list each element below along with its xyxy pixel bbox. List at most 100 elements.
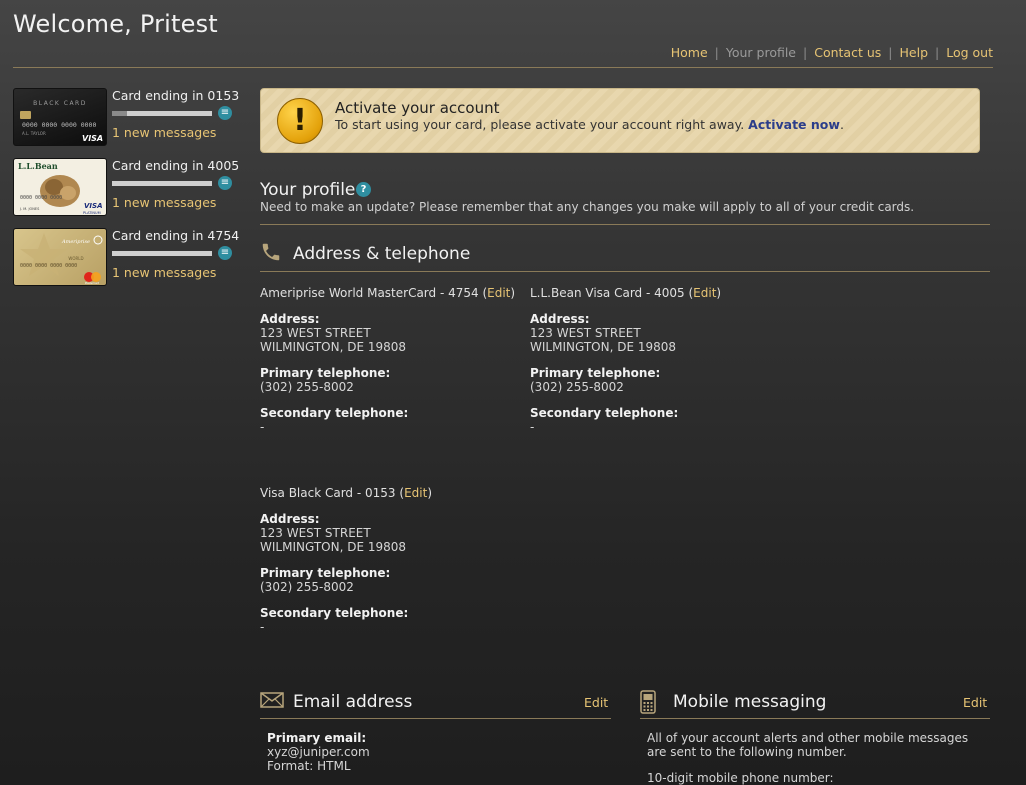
secondary-telephone-value: -	[260, 620, 265, 634]
telephone-icon	[260, 241, 282, 263]
card-messages-link[interactable]: 1 new messages	[112, 125, 216, 140]
card-balance-bar-fill	[112, 111, 127, 116]
page-title: Your profile	[260, 180, 356, 200]
secondary-telephone-label: Secondary telephone:	[260, 406, 409, 420]
card-contact-block-4754: Ameriprise World MasterCard - 4754 (Edit…	[260, 286, 520, 434]
card-contact-block-4005: L.L.Bean Visa Card - 4005 (Edit) Address…	[530, 286, 790, 434]
address-label: Address:	[260, 312, 320, 326]
mobile-messaging-heading: Mobile messaging	[673, 692, 827, 712]
card-name: Visa Black Card - 0153	[260, 486, 396, 500]
address-line: 123 WEST STREET	[260, 526, 371, 540]
mobile-edit-link[interactable]: Edit	[963, 695, 987, 710]
sidebar-card-4754[interactable]: Ameriprise WORLD 0000 0000 0000 0000 Mas…	[13, 228, 239, 286]
card-title: Card ending in 4754	[112, 228, 240, 243]
section-divider	[260, 224, 990, 225]
svg-text:VISA: VISA	[84, 202, 102, 210]
section-divider	[260, 271, 990, 272]
nav-contact-us[interactable]: Contact us	[814, 45, 881, 60]
visa-black-card-image[interactable]: BLACK CARD 0000 0000 0000 0000 A.L. TAYL…	[13, 88, 107, 146]
ameriprise-mastercard-image[interactable]: Ameriprise WORLD 0000 0000 0000 0000 Mas…	[13, 228, 107, 286]
sidebar-card-4005[interactable]: L.L.Bean 0000 0000 0000 J. M. JONES VISA…	[13, 158, 239, 216]
card-name: Ameriprise World MasterCard - 4754	[260, 286, 479, 300]
email-format: Format: HTML	[267, 759, 351, 773]
header-divider	[13, 67, 993, 68]
card-title: Card ending in 4005	[112, 158, 240, 173]
card-messages-link[interactable]: 1 new messages	[112, 195, 216, 210]
section-divider	[640, 718, 990, 719]
primary-email-value: xyz@juniper.com	[267, 745, 370, 759]
card-messages-link[interactable]: 1 new messages	[112, 265, 216, 280]
address-label: Address:	[530, 312, 590, 326]
email-edit-link[interactable]: Edit	[584, 695, 608, 710]
address-line: 123 WEST STREET	[260, 326, 371, 340]
nav-separator: |	[803, 45, 808, 60]
section-divider	[260, 718, 611, 719]
svg-text:J. M. JONES: J. M. JONES	[19, 207, 40, 211]
primary-telephone-label: Primary telephone:	[530, 366, 661, 380]
svg-text:MasterCard: MasterCard	[85, 281, 100, 285]
nav-log-out[interactable]: Log out	[946, 45, 993, 60]
primary-telephone-value: (302) 255-8002	[530, 380, 624, 394]
card-title: Card ending in 0153	[112, 88, 240, 103]
svg-text:WORLD: WORLD	[68, 256, 83, 261]
card-balance-bar	[112, 181, 212, 186]
nav-your-profile[interactable]: Your profile	[726, 45, 796, 60]
nav-separator: |	[935, 45, 940, 60]
activate-account-banner: ! Activate your account To start using y…	[260, 88, 980, 153]
card-menu-icon[interactable]: ≡	[218, 246, 232, 260]
welcome-heading: Welcome, Pritest	[13, 10, 218, 38]
nav-separator: |	[888, 45, 893, 60]
profile-description: Need to make an update? Please remember …	[260, 200, 915, 214]
address-line: WILMINGTON, DE 19808	[260, 540, 407, 554]
svg-text:A.L. TAYLOR: A.L. TAYLOR	[22, 131, 46, 136]
primary-telephone-value: (302) 255-8002	[260, 580, 354, 594]
activate-text: To start using your card, please activat…	[335, 117, 745, 132]
edit-link[interactable]: Edit	[487, 286, 510, 300]
svg-text:Ameriprise: Ameriprise	[61, 239, 90, 245]
activate-now-link[interactable]: Activate now	[748, 117, 840, 132]
card-menu-icon[interactable]: ≡	[218, 176, 232, 190]
svg-text:L.L.Bean: L.L.Bean	[18, 161, 58, 171]
mobile-description: All of your account alerts and other mob…	[647, 731, 969, 759]
address-telephone-heading: Address & telephone	[293, 244, 471, 264]
card-contact-header: Visa Black Card - 0153 (Edit)	[260, 486, 432, 500]
svg-text:VISA: VISA	[82, 134, 103, 143]
card-contact-header: Ameriprise World MasterCard - 4754 (Edit…	[260, 286, 516, 300]
address-line: 123 WEST STREET	[530, 326, 641, 340]
edit-link[interactable]: Edit	[404, 486, 427, 500]
secondary-telephone-value: -	[530, 420, 535, 434]
mobile-phone-icon	[640, 690, 656, 714]
primary-telephone-label: Primary telephone:	[260, 366, 391, 380]
help-icon[interactable]: ?	[356, 182, 371, 197]
card-balance-bar	[112, 251, 212, 256]
envelope-icon	[260, 692, 284, 708]
card-menu-icon[interactable]: ≡	[218, 106, 232, 120]
nav-home[interactable]: Home	[671, 45, 708, 60]
activate-message: To start using your card, please activat…	[335, 117, 844, 132]
svg-text:BLACK CARD: BLACK CARD	[33, 100, 87, 107]
top-nav: Home | Your profile | Contact us | Help …	[671, 45, 993, 60]
svg-text:0000 0000 0000 0000: 0000 0000 0000 0000	[22, 121, 96, 129]
nav-separator: |	[714, 45, 719, 60]
svg-text:0000 0000 0000: 0000 0000 0000	[20, 195, 62, 201]
address-line: WILMINGTON, DE 19808	[260, 340, 407, 354]
llbean-visa-card-image[interactable]: L.L.Bean 0000 0000 0000 J. M. JONES VISA…	[13, 158, 107, 216]
primary-email-label: Primary email:	[267, 731, 367, 745]
edit-link[interactable]: Edit	[693, 286, 716, 300]
primary-telephone-value: (302) 255-8002	[260, 380, 354, 394]
card-contact-header: L.L.Bean Visa Card - 4005 (Edit)	[530, 286, 722, 300]
activate-title: Activate your account	[335, 99, 500, 117]
sidebar-card-0153[interactable]: BLACK CARD 0000 0000 0000 0000 A.L. TAYL…	[13, 88, 239, 146]
activate-period: .	[839, 117, 844, 132]
secondary-telephone-label: Secondary telephone:	[530, 406, 679, 420]
nav-help[interactable]: Help	[900, 45, 929, 60]
card-contact-block-0153: Visa Black Card - 0153 (Edit) Address: 1…	[260, 486, 520, 634]
address-line: WILMINGTON, DE 19808	[530, 340, 677, 354]
primary-telephone-label: Primary telephone:	[260, 566, 391, 580]
secondary-telephone-label: Secondary telephone:	[260, 606, 409, 620]
card-name: L.L.Bean Visa Card - 4005	[530, 286, 685, 300]
mobile-phone-label: 10-digit mobile phone number:	[647, 771, 834, 785]
email-address-heading: Email address	[293, 692, 413, 712]
svg-text:PLATINUM: PLATINUM	[83, 211, 101, 215]
svg-text:0000 0000 0000 0000: 0000 0000 0000 0000	[20, 263, 77, 269]
